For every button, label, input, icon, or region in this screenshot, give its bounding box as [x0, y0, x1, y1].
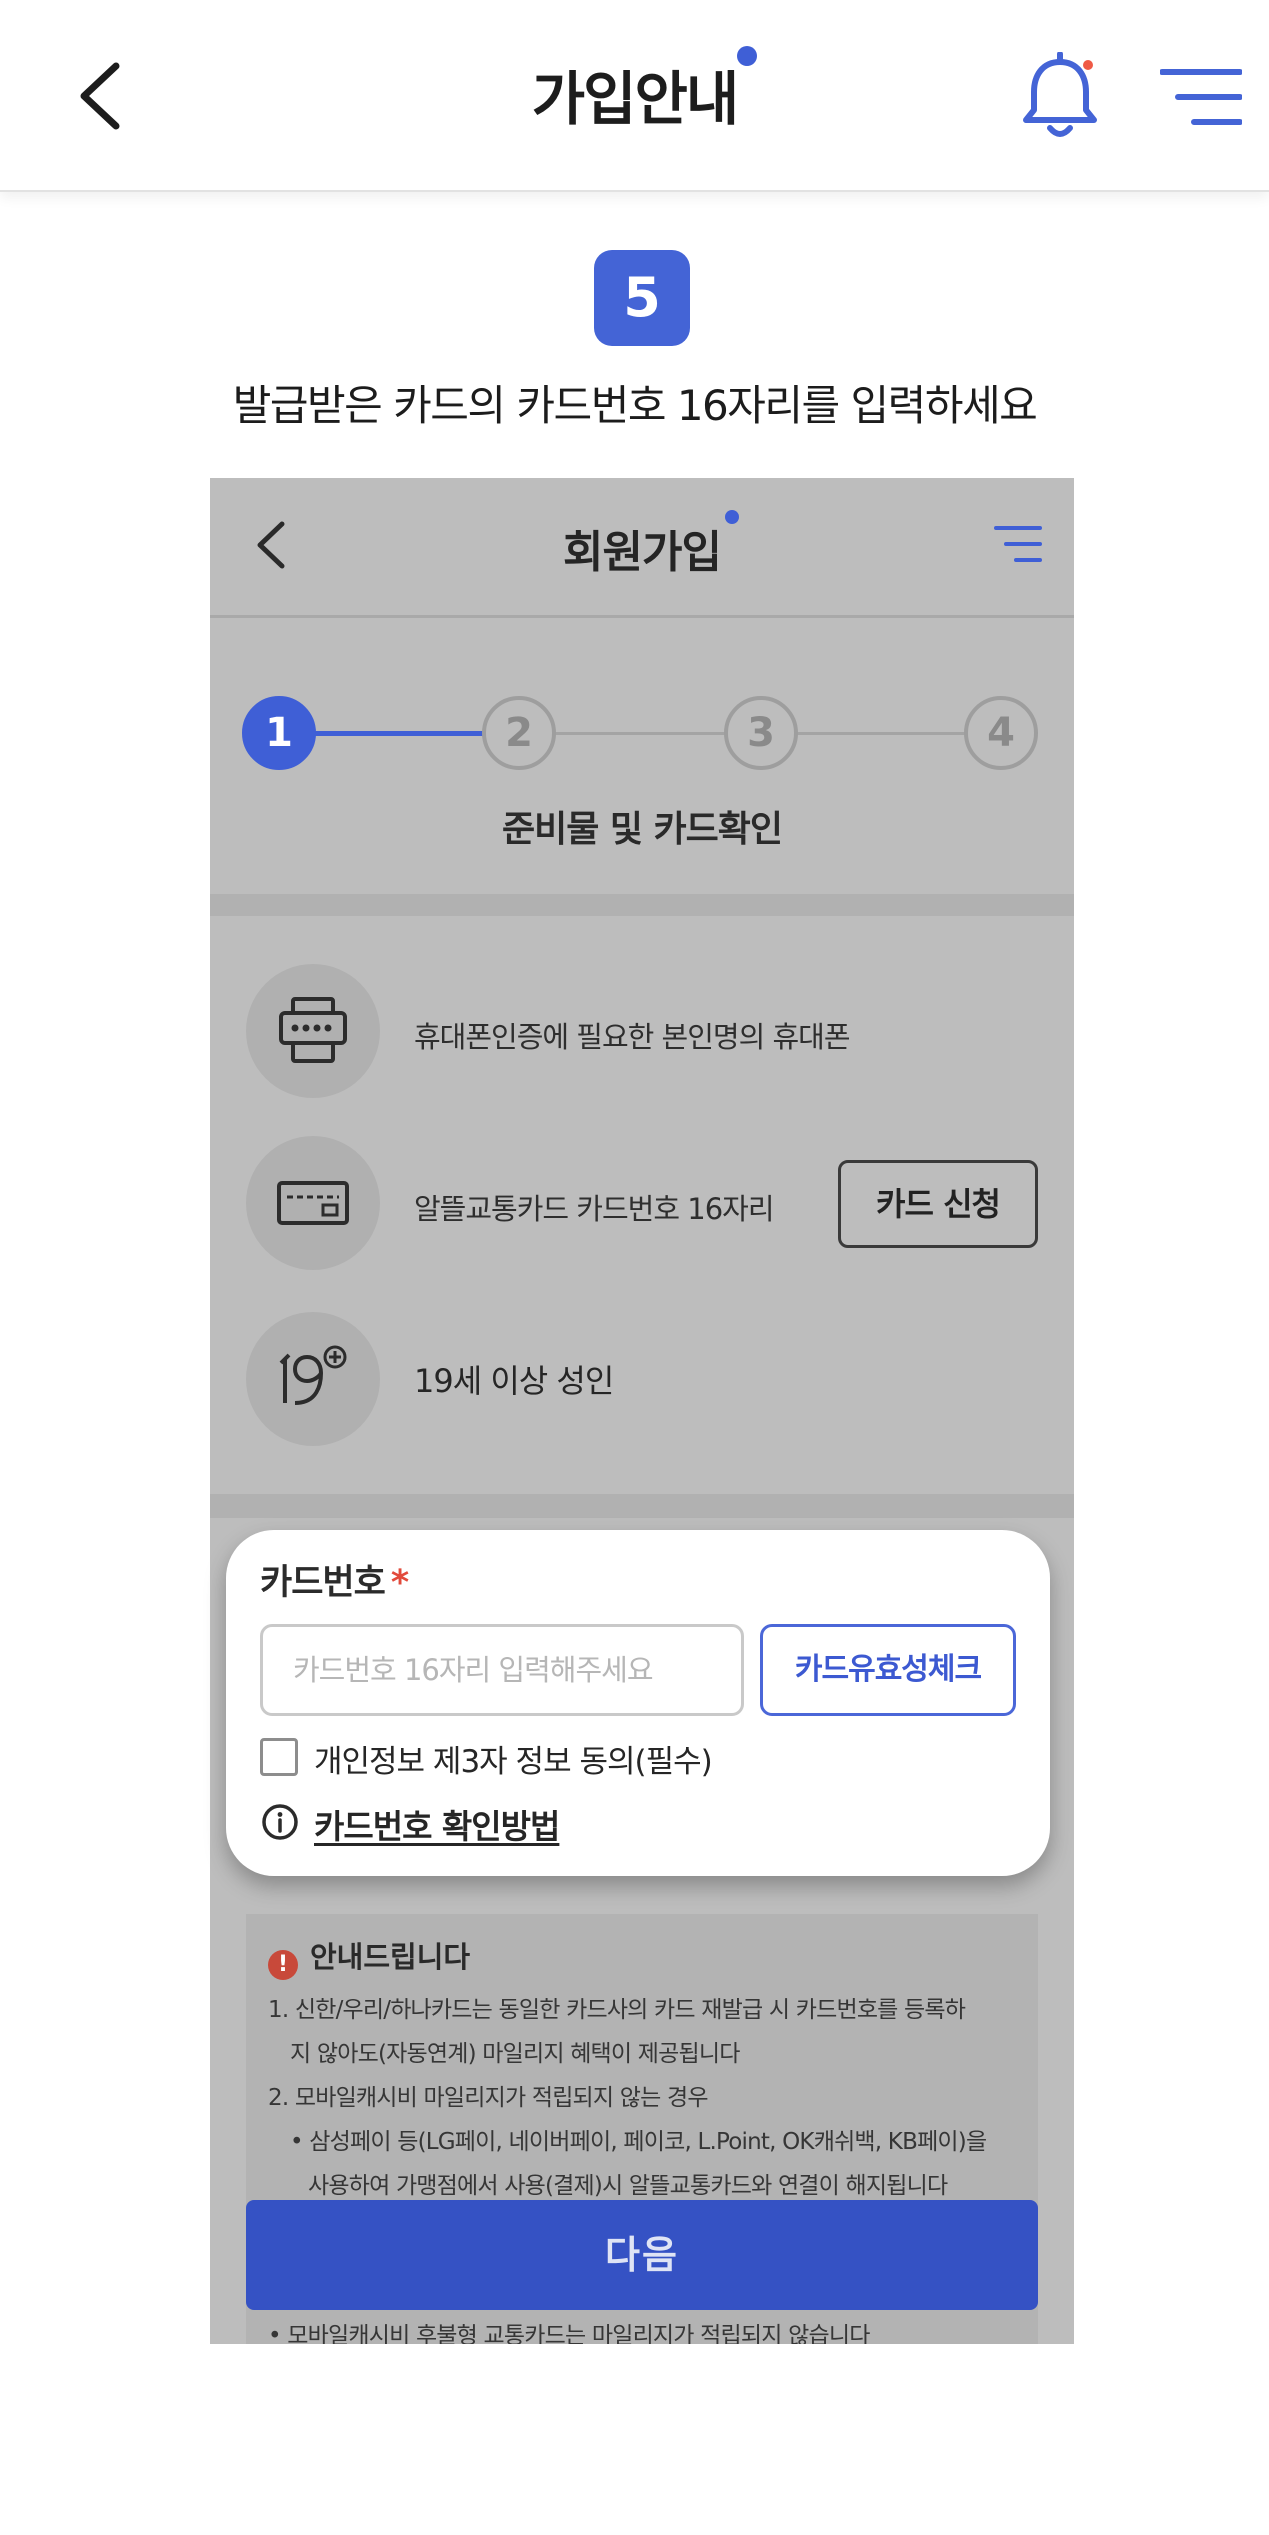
- title-accent-dot: [737, 46, 758, 66]
- alert-icon: !: [268, 1950, 298, 1980]
- card-validity-check-button[interactable]: 카드유효성체크: [760, 1624, 1016, 1716]
- requirement-text: 휴대폰인증에 필요한 본인명의 휴대폰: [414, 1020, 851, 1054]
- section-divider: [210, 1494, 1074, 1518]
- hamburger-menu-icon[interactable]: [1160, 66, 1242, 128]
- card-apply-button[interactable]: 카드 신청: [838, 1160, 1038, 1248]
- card-number-input[interactable]: [260, 1624, 744, 1716]
- stepper-step-2: 2: [482, 696, 556, 770]
- step-number-badge: 5: [594, 250, 690, 346]
- next-button[interactable]: 다음: [246, 2200, 1038, 2310]
- hamburger-menu-icon: [994, 526, 1042, 562]
- notice-line: 사용하여 가맹점에서 사용(결제)시 알뜰교통카드와 연결이 해지됩니다: [308, 2173, 948, 2199]
- notice-line: 1. 신한/우리/하나카드는 동일한 카드사의 카드 재발급 시 카드번호를 등…: [268, 1997, 966, 2023]
- stepper-step-1: 1: [242, 696, 316, 770]
- title-accent-dot: [724, 510, 739, 524]
- stepper-step-4: 4: [964, 696, 1038, 770]
- page-title: 가입안내: [532, 46, 758, 136]
- section-divider: [210, 894, 1074, 916]
- guide-screenshot: 회원가입 1 2 3 4 준비물 및 카드확인 휴대폰인증에 필요한 본인명의 …: [210, 478, 1074, 2344]
- requirement-card: 알뜰교통카드 카드번호 16자리 카드 신청: [210, 1136, 1074, 1276]
- notice-line: 2. 모바일캐시비 마일리지가 적립되지 않는 경우: [268, 2085, 709, 2111]
- phone-auth-icon: [246, 964, 380, 1098]
- consent-label: 개인정보 제3자 정보 동의(필수): [314, 1744, 713, 1780]
- requirement-age: 19세 이상 성인: [210, 1312, 1074, 1452]
- card-icon: [246, 1136, 380, 1270]
- notification-dot: [1083, 60, 1093, 70]
- age-19-plus-icon: [246, 1312, 380, 1446]
- notice-line: • 삼성페이 등(LG페이, 네이버페이, 페이코, L.Point, OK캐쉬…: [290, 2129, 987, 2155]
- requirement-text: 19세 이상 성인: [414, 1362, 614, 1400]
- card-number-label: 카드번호 *: [260, 1563, 409, 1603]
- requirement-phone: 휴대폰인증에 필요한 본인명의 휴대폰: [210, 964, 1074, 1104]
- app-header: 가입안내: [0, 0, 1269, 192]
- notice-line: 지 않아도(자동연계) 마일리지 혜택이 제공됩니다: [290, 2041, 740, 2067]
- card-number-howto-link[interactable]: 카드번호 확인방법: [314, 1800, 560, 1848]
- requirement-text: 알뜰교통카드 카드번호 16자리: [414, 1192, 774, 1226]
- consent-checkbox[interactable]: [260, 1738, 298, 1776]
- signup-title: 회원가입: [563, 510, 739, 580]
- notice-title: ! 안내드립니다: [268, 1934, 470, 1980]
- step-description: 발급받은 카드의 카드번호 16자리를 입력하세요: [232, 381, 1038, 430]
- required-mark: *: [390, 1563, 409, 1603]
- notice-line: • 모바일캐시비 후불형 교통카드는 마일리지가 적립되지 않습니다: [268, 2323, 870, 2344]
- stepper-label: 준비물 및 카드확인: [501, 809, 783, 850]
- signup-header: 회원가입: [210, 478, 1074, 618]
- stepper-step-3: 3: [724, 696, 798, 770]
- card-number-panel: 카드번호* 카드유효성체크 개인정보 제3자 정보 동의(필수) 카드번호 확인…: [226, 1530, 1050, 1876]
- info-icon: [262, 1804, 298, 1840]
